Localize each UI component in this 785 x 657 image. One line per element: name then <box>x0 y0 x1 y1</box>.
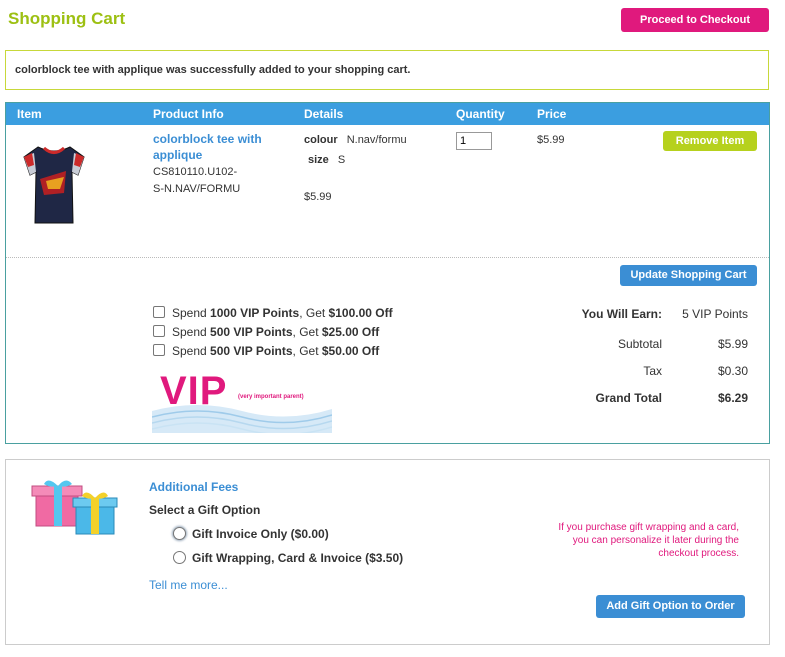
offer-points: 1000 VIP Points <box>210 306 300 320</box>
header-price: Price <box>537 107 567 121</box>
offer-text: Spend <box>172 325 211 339</box>
radio-unselected[interactable] <box>173 551 186 564</box>
success-notice: colorblock tee with applique was success… <box>5 50 769 90</box>
detail-size: size S <box>308 154 345 166</box>
quantity-input[interactable] <box>456 132 492 150</box>
success-message: colorblock tee with applique was success… <box>15 64 411 76</box>
gift-note-line: you can personalize it later during the <box>572 535 739 546</box>
earn-value: 5 VIP Points <box>682 307 748 321</box>
offer-amount: $100.00 Off <box>328 306 393 320</box>
gift-section-title: Additional Fees <box>149 480 239 494</box>
offer-text: , Get <box>292 325 322 339</box>
offer-text: , Get <box>292 344 322 358</box>
vip-logo-text: VIP <box>160 371 228 413</box>
gift-option-label: Gift Wrapping, Card & Invoice ($3.50) <box>192 551 404 565</box>
gift-note-line: If you purchase gift wrapping and a card… <box>558 522 739 533</box>
divider <box>6 257 769 258</box>
detail-colour: colour N.nav/formu <box>304 134 407 146</box>
offer-amount: $50.00 Off <box>321 344 380 358</box>
offer-text: , Get <box>299 306 329 320</box>
header-details: Details <box>304 107 344 121</box>
offer-points: 500 VIP Points <box>210 325 293 339</box>
header-quantity: Quantity <box>456 107 505 121</box>
sku-line2: S-N.NAV/FORMU <box>153 183 241 195</box>
colour-value: N.nav/formu <box>346 134 407 146</box>
gift-option-invoice[interactable]: Gift Invoice Only ($0.00) <box>173 527 329 541</box>
detail-price: $5.99 <box>304 191 332 203</box>
grand-total-value: $6.29 <box>717 391 748 405</box>
grand-total-label: Grand Total <box>595 391 662 405</box>
subtotal-value: $5.99 <box>717 337 748 351</box>
size-label: size <box>308 154 329 166</box>
remove-item-button[interactable]: Remove Item <box>663 131 757 151</box>
product-name-link[interactable]: colorblock tee with applique <box>153 131 283 163</box>
add-gift-option-button[interactable]: Add Gift Option to Order <box>596 595 745 618</box>
update-cart-button[interactable]: Update Shopping Cart <box>620 265 757 286</box>
cart-table-header: Item Product Info Details Quantity Price <box>6 103 769 125</box>
subtotal-label: Subtotal <box>617 337 662 351</box>
product-name-line1: colorblock tee with <box>153 132 262 146</box>
radio-selected[interactable] <box>173 527 186 540</box>
gift-note: If you purchase gift wrapping and a card… <box>558 521 739 560</box>
vip-offer-row[interactable]: Spend 500 VIP Points, Get $25.00 Off <box>153 325 379 339</box>
item-price: $5.99 <box>537 134 565 146</box>
header-product-info: Product Info <box>153 107 224 121</box>
header-item: Item <box>17 107 42 121</box>
gift-boxes-icon <box>31 480 118 535</box>
tax-value: $0.30 <box>717 364 748 378</box>
offer-amount: $25.00 Off <box>321 325 380 339</box>
offer-points: 500 VIP Points <box>210 344 293 358</box>
page-title: Shopping Cart <box>8 9 126 28</box>
gift-select-label: Select a Gift Option <box>149 503 261 517</box>
product-image[interactable] <box>20 141 88 229</box>
vip-offer-checkbox[interactable] <box>153 325 165 337</box>
gift-note-line: checkout process. <box>658 548 739 559</box>
vip-logo-subtext: (very important parent) <box>238 394 304 400</box>
colour-label: colour <box>304 134 338 146</box>
tax-label: Tax <box>643 364 662 378</box>
sku-line1: CS810110.U102- <box>153 166 238 178</box>
vip-offer-checkbox[interactable] <box>153 306 165 318</box>
vip-offer-row[interactable]: Spend 1000 VIP Points, Get $100.00 Off <box>153 306 393 320</box>
cart-panel: Item Product Info Details Quantity Price… <box>5 102 770 444</box>
vip-offer-row[interactable]: Spend 500 VIP Points, Get $50.00 Off <box>153 344 379 358</box>
vip-offer-checkbox[interactable] <box>153 344 165 356</box>
offer-text: Spend <box>172 344 211 358</box>
product-name-line2: applique <box>153 148 203 162</box>
earn-label: You Will Earn: <box>581 307 662 321</box>
product-sku: CS810110.U102- S-N.NAV/FORMU <box>153 164 263 198</box>
size-value: S <box>337 154 346 166</box>
proceed-to-checkout-button[interactable]: Proceed to Checkout <box>621 8 769 32</box>
gift-option-wrapping[interactable]: Gift Wrapping, Card & Invoice ($3.50) <box>173 551 403 565</box>
gift-options-panel: Additional Fees Select a Gift Option Gif… <box>5 459 770 645</box>
offer-text: Spend <box>172 306 211 320</box>
gift-option-label: Gift Invoice Only ($0.00) <box>192 527 329 541</box>
tell-me-more-link[interactable]: Tell me more... <box>149 578 228 592</box>
vip-logo: VIP (very important parent) <box>152 371 332 433</box>
